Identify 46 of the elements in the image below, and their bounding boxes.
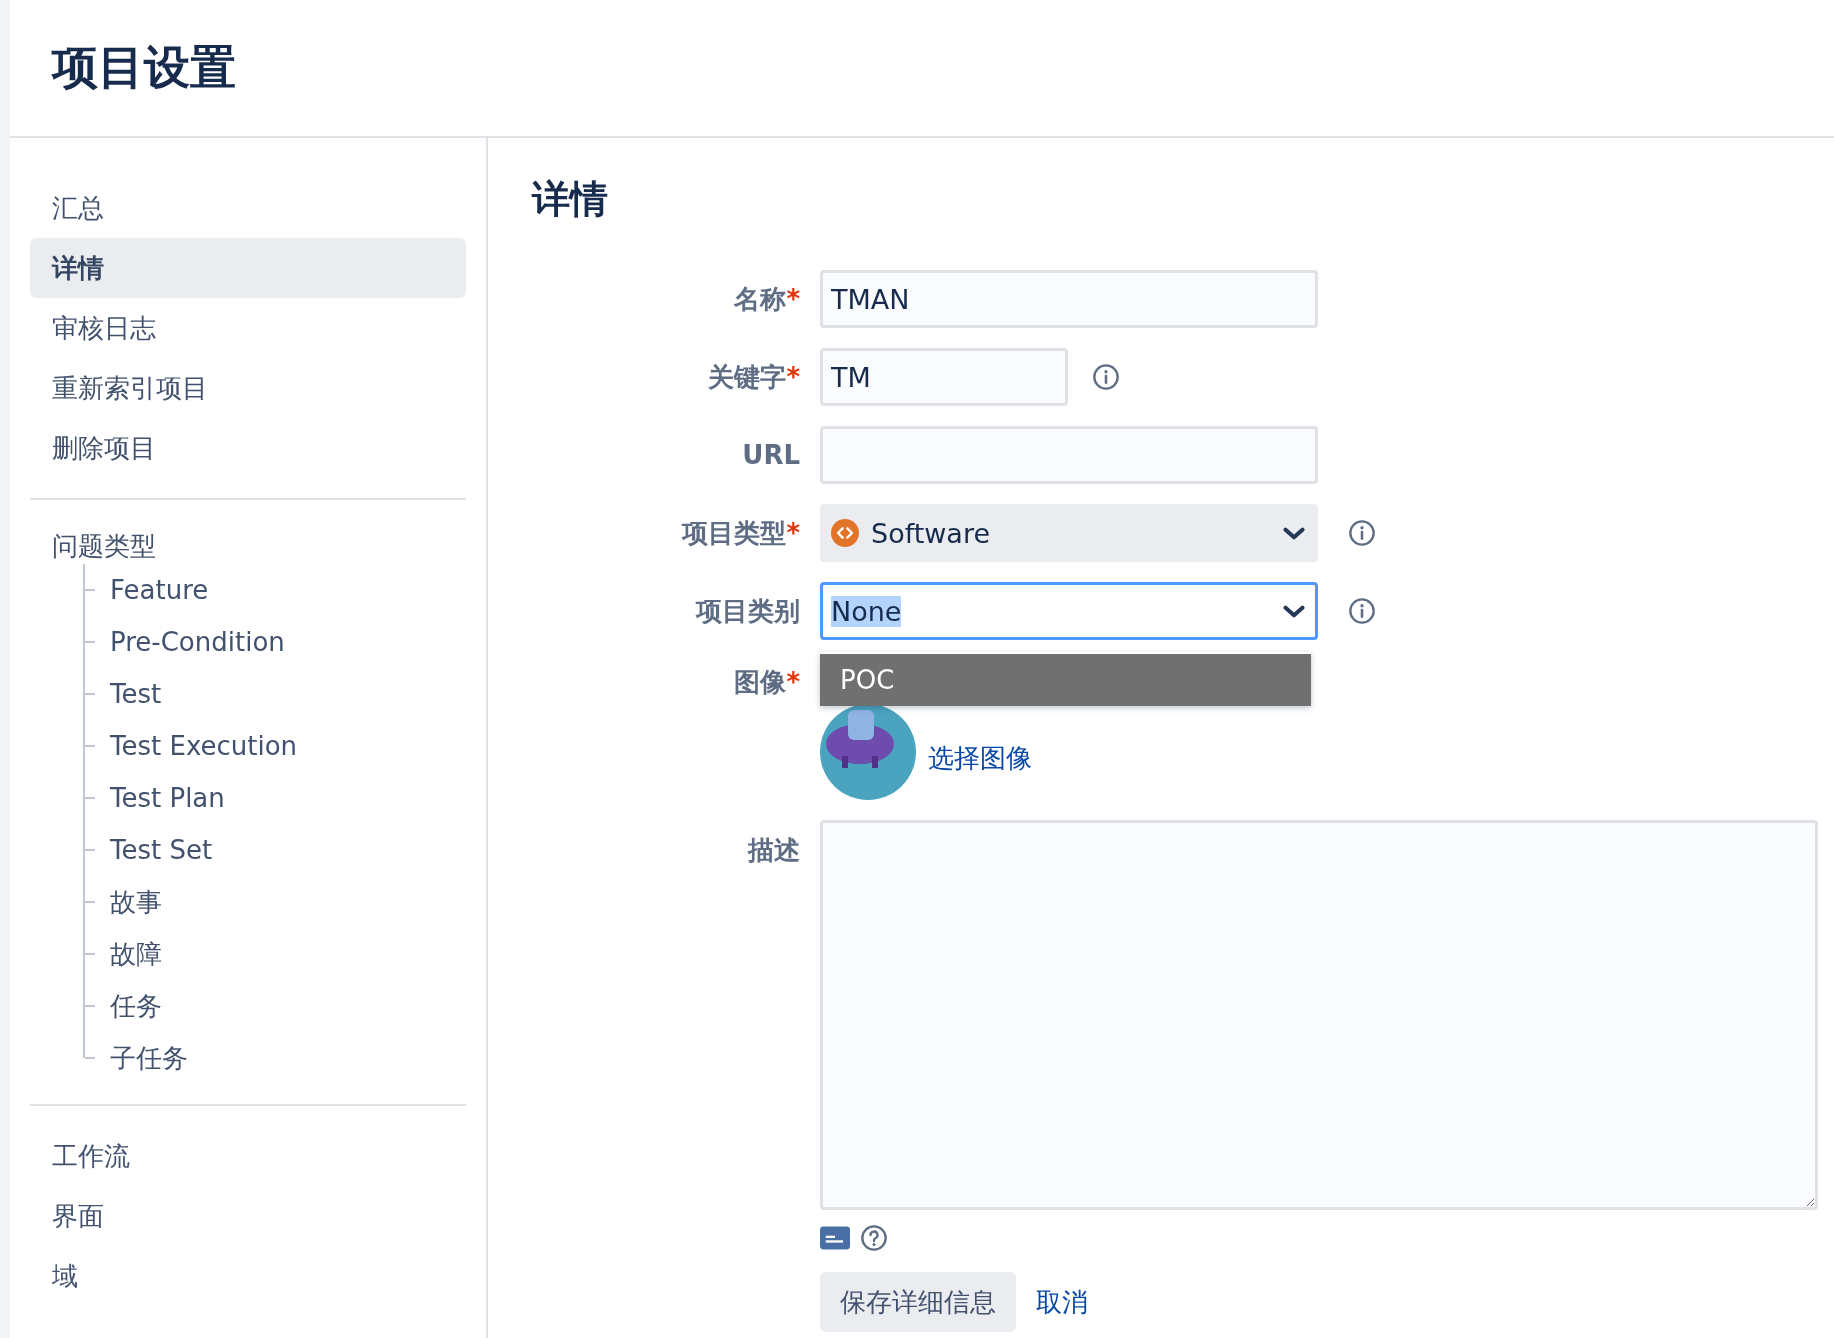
text-format-icon: [820, 1226, 850, 1250]
field-label: 项目类别: [694, 595, 800, 628]
text-input[interactable]: [820, 426, 1318, 484]
field-label: 项目类型: [682, 518, 787, 548]
choose-image-link[interactable]: 选择图像: [928, 740, 1032, 776]
required-mark: *: [786, 284, 800, 314]
sidebar-item[interactable]: 问题类型: [30, 520, 466, 564]
sidebar-subitem[interactable]: Feature: [110, 575, 209, 605]
page-title: 项目设置: [52, 39, 236, 96]
sidebar-item[interactable]: 审核日志: [30, 298, 466, 358]
text-input[interactable]: TM: [820, 348, 1068, 406]
field-label: 关键字: [708, 362, 787, 392]
field-label: 名称: [734, 284, 787, 314]
sidebar-subitem[interactable]: 故事: [110, 884, 162, 920]
caret-icon: [1283, 526, 1305, 540]
text-input[interactable]: TMAN: [820, 270, 1318, 328]
sidebar-subitem[interactable]: Test: [110, 679, 162, 709]
sidebar-item[interactable]: 删除项目: [30, 418, 466, 478]
sidebar-subitem[interactable]: Test Execution: [110, 731, 298, 761]
section-heading: 详情: [530, 176, 609, 223]
help-icon: [860, 1224, 888, 1252]
required-mark: *: [786, 518, 800, 548]
save-button[interactable]: 保存详细信息: [820, 1272, 1016, 1332]
sidebar-item[interactable]: 详情: [30, 238, 466, 298]
sidebar-item[interactable]: 汇总: [30, 178, 466, 238]
sidebar-item[interactable]: 工作流: [30, 1126, 466, 1186]
sidebar-item[interactable]: 界面: [30, 1186, 466, 1246]
select-field[interactable]: None: [820, 582, 1318, 640]
select-field[interactable]: Software: [820, 504, 1318, 562]
sidebar-item[interactable]: 域: [30, 1246, 466, 1306]
sidebar-subitem[interactable]: 故障: [110, 936, 162, 972]
cancel-link[interactable]: 取消: [1036, 1284, 1088, 1320]
required-mark: *: [786, 362, 800, 392]
sidebar-subitem[interactable]: 子任务: [110, 1040, 188, 1076]
description-textarea[interactable]: [820, 820, 1818, 1210]
dropdown-option[interactable]: POC: [820, 654, 1311, 706]
sidebar-subitem[interactable]: Pre-Condition: [110, 627, 285, 657]
required-mark: *: [786, 667, 800, 697]
caret-icon: [1283, 604, 1305, 618]
sidebar-subitem[interactable]: Test Set: [110, 835, 213, 865]
sidebar-subitem[interactable]: Test Plan: [110, 783, 225, 813]
field-label: 图像: [734, 667, 787, 697]
sidebar-item[interactable]: 重新索引项目: [30, 358, 466, 418]
field-label: URL: [741, 439, 800, 472]
field-label: 描述: [746, 834, 800, 867]
sidebar-subitem[interactable]: 任务: [110, 988, 162, 1024]
